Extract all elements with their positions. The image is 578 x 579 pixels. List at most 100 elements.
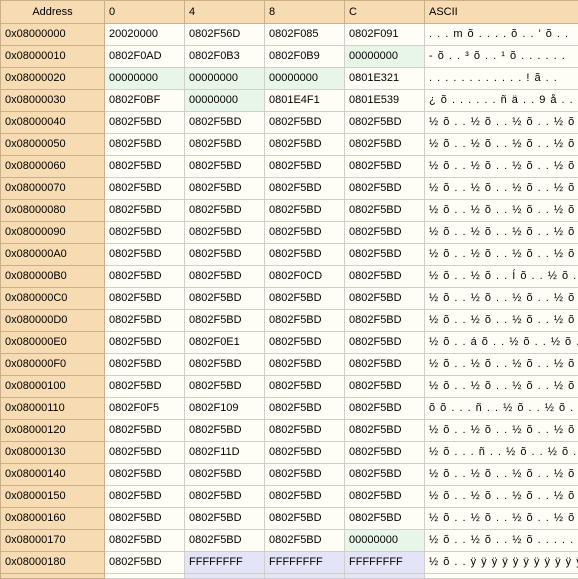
value-cell[interactable]: 00000000 [344,529,425,552]
value-cell[interactable]: 0802F5BD [184,155,265,178]
address-cell[interactable]: 0x08000040 [0,111,105,134]
memory-table[interactable]: Address 0 4 8 C ASCII 0x08000000 20020000… [0,0,578,579]
ascii-cell[interactable]: ½ õ . . ½ õ . . ½ õ . . ½ õ . . [424,243,578,266]
value-cell[interactable]: 0802F5BD [104,111,185,134]
value-cell[interactable]: 0802F5BD [184,243,265,266]
value-cell[interactable]: 0802F5BD [344,287,425,310]
value-cell[interactable]: 0802F5BD [104,133,185,156]
value-cell[interactable]: 0802F5BD [184,265,265,288]
value-cell[interactable]: 0802F5BD [344,111,425,134]
value-cell[interactable]: 0802F5BD [344,441,425,464]
value-cell[interactable]: 0802F5BD [184,221,265,244]
value-cell[interactable]: 0802F5BD [104,485,185,508]
value-cell[interactable]: 0802F5BD [264,375,345,398]
ascii-cell[interactable]: ½ õ . . ½ õ . . ½ õ . . ½ õ . . [424,463,578,486]
value-cell[interactable]: 00000000 [344,45,425,68]
value-cell[interactable]: 0802F5BD [184,507,265,530]
value-cell[interactable]: 00000000 [184,89,265,112]
address-cell[interactable]: 0x08000150 [0,485,105,508]
address-cell[interactable]: 0x08000010 [0,45,105,68]
value-cell[interactable]: 0802F5BD [184,287,265,310]
ascii-cell[interactable]: ½ õ . . ½ õ . . ½ õ . . ½ õ . . [424,155,578,178]
address-cell[interactable]: 0x08000130 [0,441,105,464]
ascii-cell[interactable]: ½ õ . . ½ õ . . ½ õ . . ½ õ . . [424,133,578,156]
value-cell[interactable]: 0802F0B3 [184,45,265,68]
value-cell[interactable]: 0802F5BD [264,397,345,420]
value-cell[interactable]: 0802F0F5 [104,397,185,420]
address-cell[interactable]: 0x080000A0 [0,243,105,266]
value-cell[interactable]: 0802F5BD [104,507,185,530]
value-cell[interactable]: 0802F5BD [264,529,345,552]
address-cell[interactable]: 0x08000030 [0,89,105,112]
value-cell[interactable]: 0802F5BD [344,155,425,178]
value-cell[interactable]: 0802F5BD [104,309,185,332]
value-cell[interactable]: 0802F5BD [104,155,185,178]
ascii-cell[interactable]: ¿ õ . . . . . . ñ ä . . 9 å . . [424,89,578,112]
address-cell[interactable]: 0x080000F0 [0,353,105,376]
value-cell[interactable]: 0802F5BD [184,199,265,222]
address-cell[interactable]: 0x08000160 [0,507,105,530]
value-cell[interactable]: 00000000 [184,67,265,90]
value-cell[interactable]: 0802F5BD [264,441,345,464]
value-cell[interactable]: 0802F0CD [264,265,345,288]
address-cell[interactable]: 0x08000100 [0,375,105,398]
value-cell[interactable]: FFFFFFFF [344,551,425,574]
value-cell[interactable]: 0802F5BD [344,419,425,442]
value-cell[interactable]: FFFFFFFF [184,551,265,574]
ascii-cell[interactable]: ½ õ . . ½ õ . . ½ õ . . ½ õ . . [424,485,578,508]
address-cell[interactable]: 0x080000D0 [0,309,105,332]
value-cell[interactable]: 0802F5BD [184,353,265,376]
value-cell[interactable]: 0802F5BD [104,265,185,288]
address-cell[interactable]: 0x08000110 [0,397,105,420]
value-cell[interactable]: 0802F0E1 [184,331,265,354]
value-cell[interactable]: 0802F5BD [184,529,265,552]
value-cell[interactable]: 0802F5BD [344,375,425,398]
ascii-cell[interactable]: - õ . . ³ õ . . ¹ õ . . . . . . [424,45,578,68]
value-cell[interactable]: 0802F5BD [344,177,425,200]
ascii-cell[interactable]: ½ õ . . ½ õ . . Í õ . . ½ õ . . [424,265,578,288]
value-cell[interactable]: 0802F5BD [104,529,185,552]
value-cell[interactable]: 0802F5BD [104,353,185,376]
ascii-cell[interactable]: ½ õ . . á õ . . ½ õ . . ½ õ . . [424,331,578,354]
ascii-cell[interactable]: . . . m õ . . . . õ . . ' õ . . [424,23,578,46]
value-cell[interactable]: 0802F5BD [344,507,425,530]
value-cell[interactable]: 0802F085 [264,23,345,46]
address-cell[interactable]: 0x08000140 [0,463,105,486]
value-cell[interactable]: 0802F5BD [344,397,425,420]
value-cell[interactable]: 00000000 [104,67,185,90]
value-cell[interactable]: 0802F5BD [264,155,345,178]
value-cell[interactable]: 0802F5BD [344,199,425,222]
address-cell[interactable]: 0x08000050 [0,133,105,156]
address-cell[interactable]: 0x08000020 [0,67,105,90]
ascii-cell[interactable]: ½ õ . . ½ õ . . ½ õ . . ½ õ . . [424,353,578,376]
value-cell[interactable]: 0802F5BD [264,111,345,134]
column-header-offset-4[interactable]: 4 [184,0,265,24]
ascii-cell[interactable]: ½ õ . . ½ õ . . ½ õ . . ½ õ . . [424,199,578,222]
address-cell[interactable]: 0x08000060 [0,155,105,178]
ascii-cell[interactable]: ½ õ . . ½ õ . . ½ õ . . ½ õ . . [424,507,578,530]
value-cell[interactable]: FFFFFFFF [264,551,345,574]
ascii-cell[interactable]: ½ õ . . ½ õ . . ½ õ . . ½ õ . . [424,111,578,134]
value-cell[interactable]: 0802F5BD [104,331,185,354]
value-cell[interactable]: 0802F5BD [264,199,345,222]
value-cell[interactable]: 0802F5BD [104,287,185,310]
value-cell[interactable]: 0802F5BD [344,221,425,244]
value-cell[interactable]: 0802F5BD [184,463,265,486]
value-cell[interactable]: 0802F5BD [104,419,185,442]
value-cell[interactable]: 0802F091 [344,23,425,46]
value-cell[interactable]: 0802F5BD [264,243,345,266]
ascii-cell[interactable]: õ õ . . . ñ . . ½ õ . . ½ õ . . [424,397,578,420]
value-cell[interactable]: 0802F5BD [264,177,345,200]
value-cell[interactable]: 0802F5BD [104,221,185,244]
value-cell[interactable]: 0802F5BD [184,177,265,200]
address-cell[interactable]: 0x080000C0 [0,287,105,310]
value-cell[interactable]: 0802F109 [184,397,265,420]
ascii-cell[interactable]: . . . . . . . . . . . . ! ã . . [424,67,578,90]
value-cell[interactable]: 0802F11D [184,441,265,464]
value-cell[interactable]: 0802F5BD [344,133,425,156]
ascii-cell[interactable]: ½ õ . . ½ õ . . ½ õ . . ½ õ . . [424,419,578,442]
value-cell[interactable]: 0802F5BD [264,463,345,486]
value-cell[interactable]: 0802F56D [184,23,265,46]
value-cell[interactable]: 0802F5BD [264,309,345,332]
ascii-cell[interactable]: ½ õ . . ÿ ÿ ÿ ÿ ÿ ÿ ÿ ÿ ÿ ÿ ÿ ÿ [424,551,578,574]
